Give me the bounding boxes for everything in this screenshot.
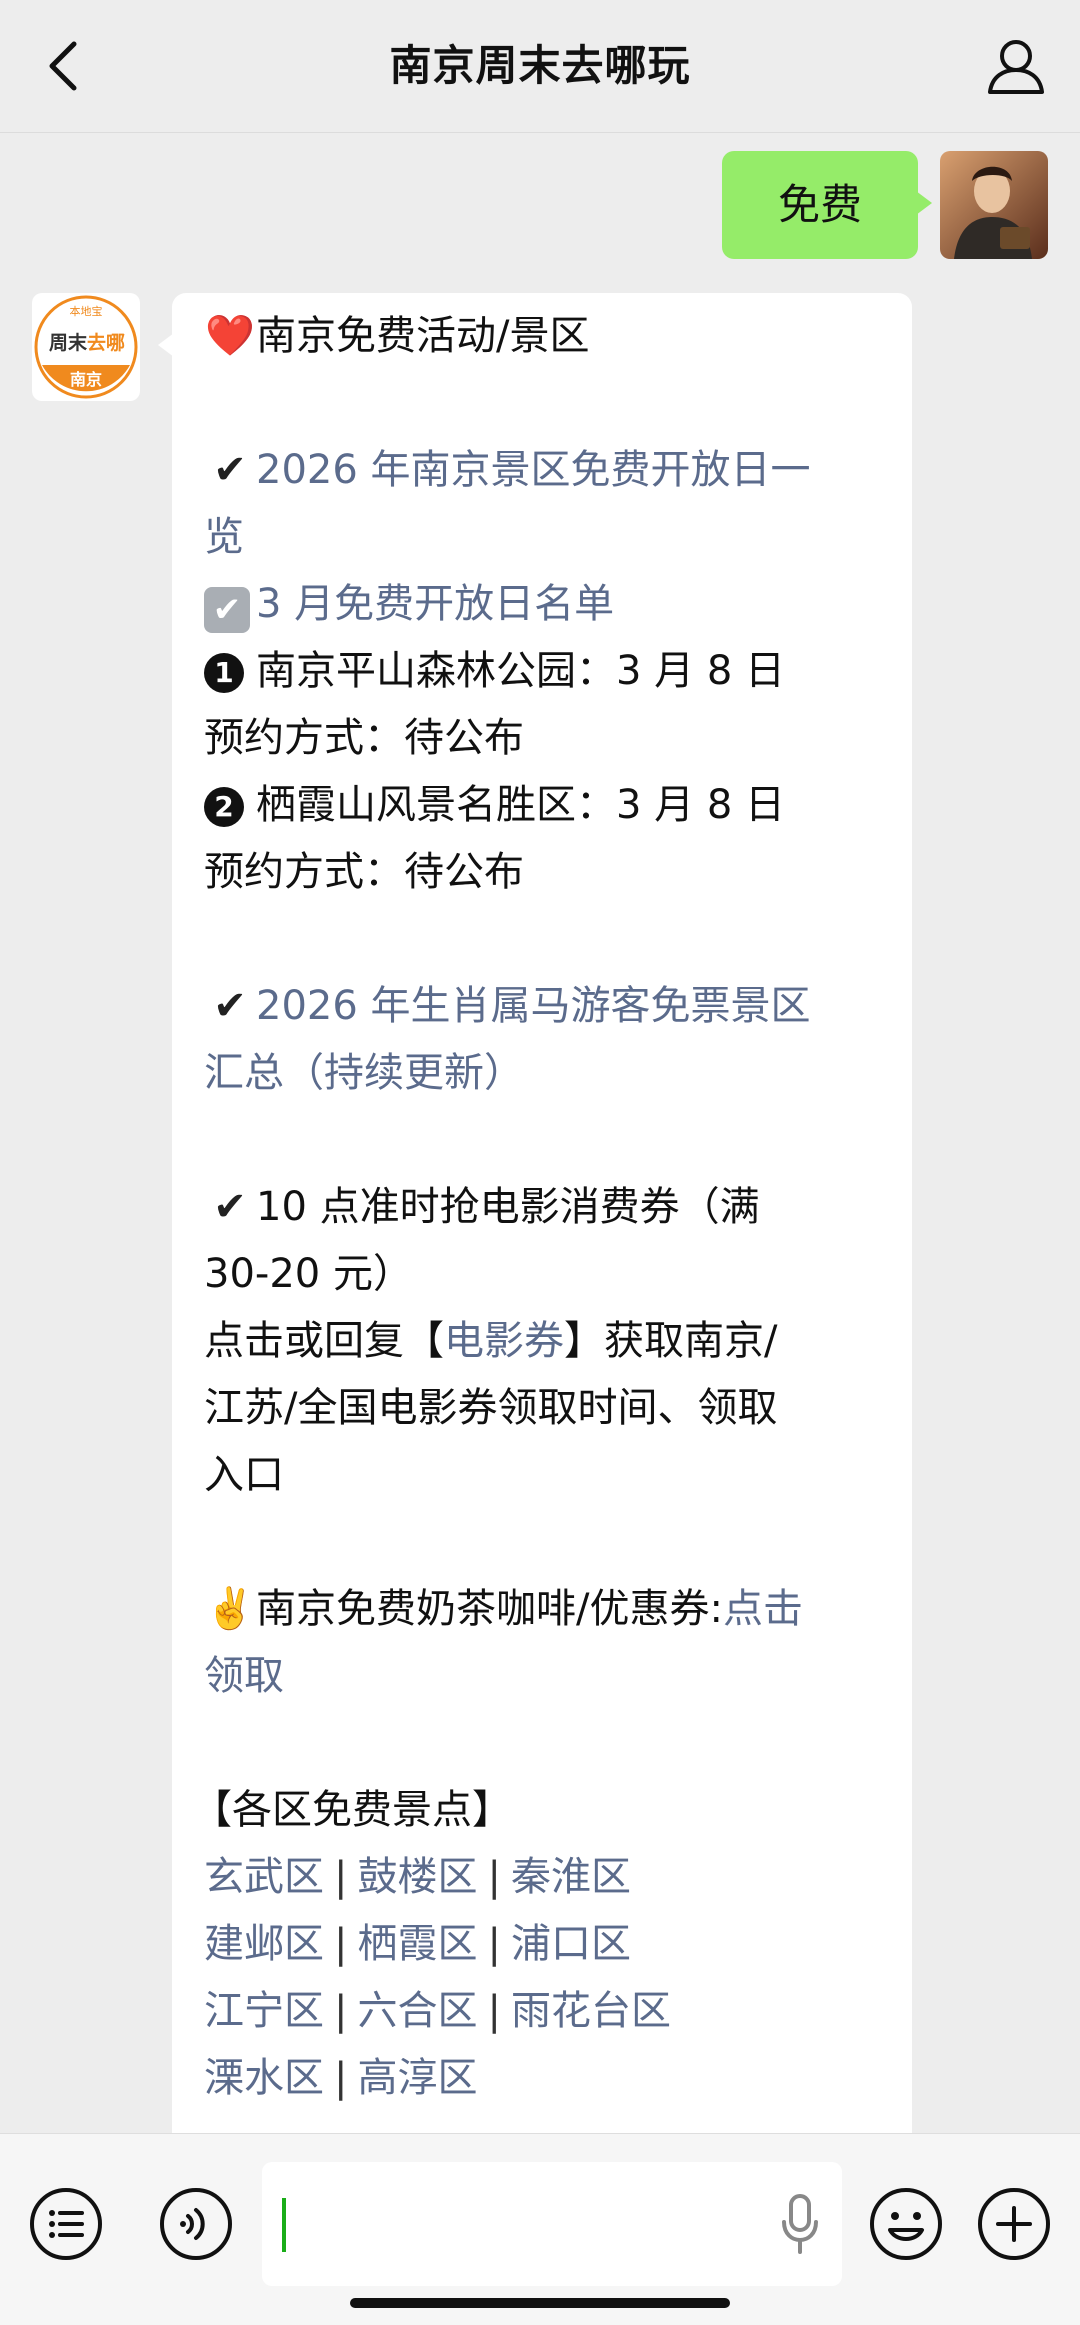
district-link[interactable]: 江宁区 xyxy=(204,1988,324,2034)
coffee-link[interactable]: 点击 xyxy=(723,1586,803,1632)
check-icon: ✔ xyxy=(213,447,247,493)
checkbox-icon: ✔ xyxy=(204,587,250,633)
district-link[interactable]: 建邺区 xyxy=(204,1921,324,1967)
district-row: 玄武区 | 鼓楼区 | 秦淮区 xyxy=(204,1854,631,1900)
movie-coupon-heading-cont: 30-20 元） xyxy=(204,1251,413,1297)
coffee-coupon: ✌️南京免费奶茶咖啡/优惠券:点击 xyxy=(204,1576,884,1643)
list-item-method: 预约方式：待公布 xyxy=(204,849,524,895)
chat-area[interactable]: 免费 本地宝 周末 去哪 南京 ❤️南京免费活动/景区 ✔ 2026 年南京景区… xyxy=(0,133,1080,2273)
district-row: 建邺区 | 栖霞区 | 浦口区 xyxy=(204,1921,631,1967)
my-avatar[interactable] xyxy=(940,151,1048,259)
movie-coupon-instruction: 点击或回复【电影券】获取南京/ xyxy=(204,1318,778,1364)
text-cursor xyxy=(282,2198,286,2252)
list-item-method: 预约方式：待公布 xyxy=(204,715,524,761)
district-link[interactable]: 溧水区 xyxy=(204,2055,324,2101)
list-item: 2 栖霞山风景名胜区：3 月 8 日 xyxy=(204,772,884,839)
list-icon[interactable] xyxy=(28,2186,104,2262)
plus-icon[interactable] xyxy=(976,2186,1052,2262)
victory-hand-icon: ✌️ xyxy=(205,1586,255,1632)
district-link[interactable]: 高淳区 xyxy=(357,2055,477,2101)
list-item: 1 南京平山森林公园：3 月 8 日 xyxy=(204,638,884,705)
input-bar xyxy=(0,2133,1080,2325)
number-1-icon: 1 xyxy=(204,653,244,693)
movie-coupon-instruction-cont: 江苏/全国电影券领取时间、领取 xyxy=(204,1385,778,1431)
number-2-icon: 2 xyxy=(204,787,244,827)
section1-heading: ❤️南京免费活动/景区 xyxy=(204,303,884,370)
link-horse-year[interactable]: ✔ 2026 年生肖属马游客免票景区 xyxy=(204,973,884,1040)
bot-reply-text: ❤️南京免费活动/景区 ✔ 2026 年南京景区免费开放日一 览 ✔ 3 月免费开放… xyxy=(192,303,884,2112)
logo-city: 南京 xyxy=(70,370,102,389)
emoji-icon[interactable] xyxy=(868,2186,944,2262)
logo-top-text: 本地宝 xyxy=(70,304,103,318)
link-open-days[interactable]: ✔ 2026 年南京景区免费开放日一 xyxy=(204,437,884,504)
district-link[interactable]: 栖霞区 xyxy=(357,1921,477,1967)
message-input[interactable] xyxy=(262,2162,842,2286)
movie-coupon-instruction-end: 入口 xyxy=(204,1452,284,1498)
mic-icon[interactable] xyxy=(780,2192,820,2256)
district-row: 江宁区 | 六合区 | 雨花台区 xyxy=(204,1988,671,2034)
logo-brand-a: 周末 xyxy=(49,331,88,354)
district-link[interactable]: 浦口区 xyxy=(511,1921,631,1967)
check-icon: ✔ xyxy=(213,1184,247,1230)
chat-header: 南京周末去哪玩 xyxy=(0,0,1080,133)
link-horse-year-cont[interactable]: 汇总（持续更新） xyxy=(204,1040,884,1107)
district-link[interactable]: 雨花台区 xyxy=(511,1988,671,2034)
district-link[interactable]: 六合区 xyxy=(357,1988,477,2034)
district-link[interactable]: 秦淮区 xyxy=(511,1854,631,1900)
check-icon: ✔ xyxy=(213,983,247,1029)
heart-icon: ❤️ xyxy=(205,313,255,359)
district-link[interactable]: 鼓楼区 xyxy=(357,1854,477,1900)
movie-coupon-link[interactable]: 电影券 xyxy=(444,1318,564,1364)
link-open-days-cont[interactable]: 览 xyxy=(204,504,884,571)
chat-title: 南京周末去哪玩 xyxy=(389,41,691,90)
home-indicator[interactable] xyxy=(350,2298,730,2308)
bot-reply-bubble[interactable]: ❤️南京免费活动/景区 ✔ 2026 年南京景区免费开放日一 览 ✔ 3 月免费开放… xyxy=(158,293,912,2273)
bot-avatar-logo[interactable]: 本地宝 周末 去哪 南京 xyxy=(32,293,140,401)
district-link[interactable]: 玄武区 xyxy=(204,1854,324,1900)
link-march-list[interactable]: ✔ 3 月免费开放日名单 xyxy=(204,571,884,638)
district-row: 溧水区 | 高淳区 xyxy=(204,2055,478,2101)
movie-coupon-heading: ✔ 10 点准时抢电影消费券（满 xyxy=(204,1174,884,1241)
voice-icon[interactable] xyxy=(158,2186,234,2262)
logo-brand-b: 去哪 xyxy=(87,331,125,354)
user-icon[interactable] xyxy=(982,32,1050,100)
coffee-link-cont[interactable]: 领取 xyxy=(204,1643,884,1710)
districts-title: 【各区免费景点】 xyxy=(192,1787,512,1833)
my-message-bubble[interactable]: 免费 xyxy=(722,151,932,259)
